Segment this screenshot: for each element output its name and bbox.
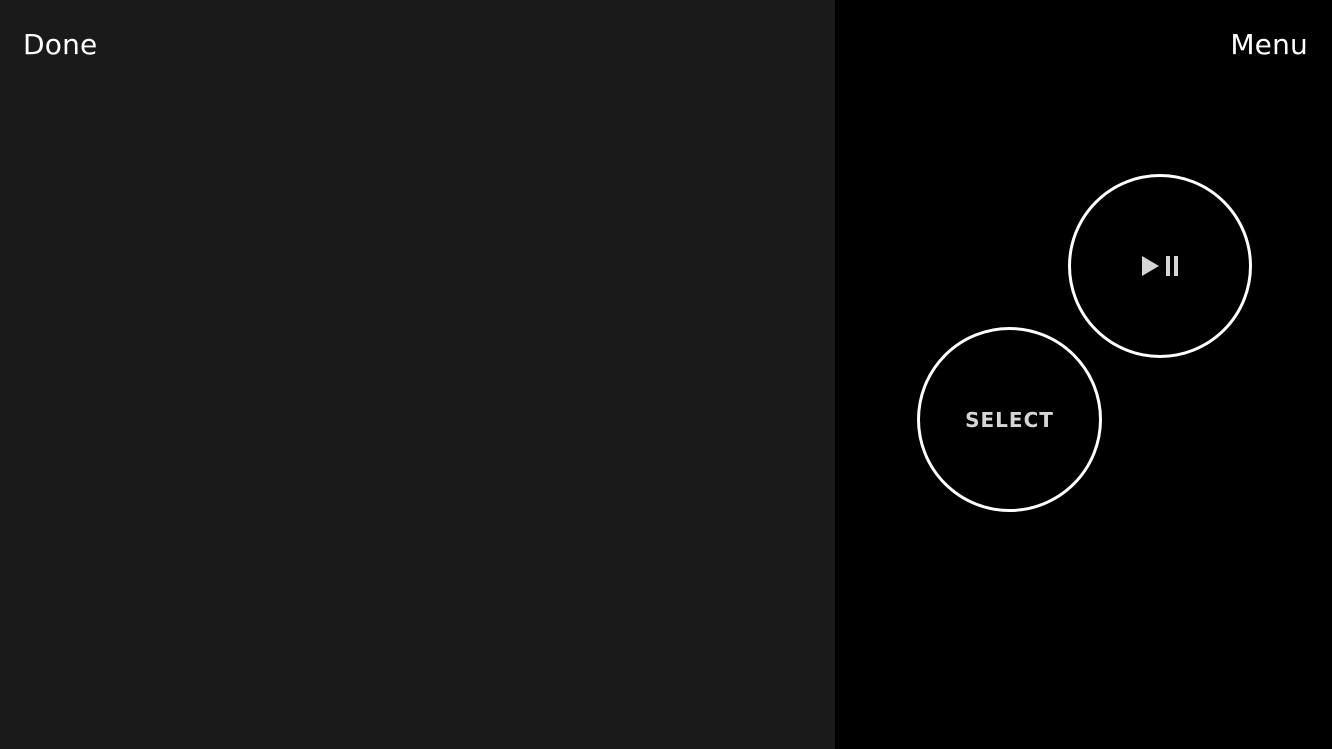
play-pause-icon <box>1142 256 1178 276</box>
done-button[interactable]: Done <box>23 26 97 64</box>
remote-touch-surface[interactable] <box>0 0 835 749</box>
play-pause-button[interactable] <box>1068 174 1252 358</box>
apple-tv-remote-screen: Done Menu SELECT <box>0 0 1332 749</box>
menu-button[interactable]: Menu <box>1230 26 1308 64</box>
select-label: SELECT <box>965 407 1054 432</box>
select-button[interactable]: SELECT <box>917 327 1102 512</box>
